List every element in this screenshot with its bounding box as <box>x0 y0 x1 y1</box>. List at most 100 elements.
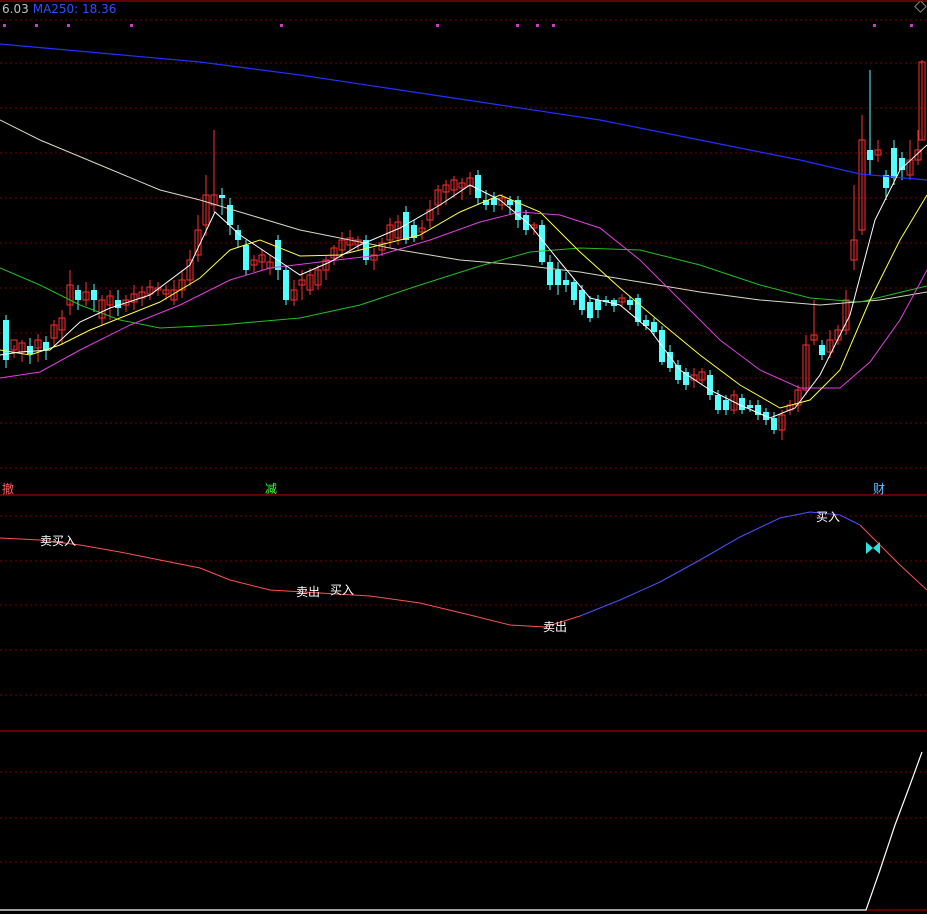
candle-body <box>587 302 593 318</box>
candle <box>739 394 745 414</box>
candle-body <box>91 290 97 300</box>
candle <box>426 200 434 228</box>
event-marker[interactable]: 减 <box>265 480 277 497</box>
moving-averages <box>0 43 927 419</box>
candle-body <box>115 300 121 308</box>
candle <box>675 360 681 384</box>
candle <box>794 385 802 412</box>
candle-body <box>539 225 545 262</box>
candle <box>858 115 866 235</box>
signal-dots <box>3 24 913 27</box>
candle <box>883 170 889 200</box>
oscillator <box>0 511 927 628</box>
candle <box>75 285 81 310</box>
candle <box>411 220 417 242</box>
candle <box>587 296 593 322</box>
event-marker[interactable]: 财 <box>873 480 885 497</box>
candle <box>466 172 474 195</box>
candle <box>115 290 121 316</box>
candle <box>275 235 281 280</box>
ma-white-line <box>0 144 927 419</box>
candle <box>138 286 146 306</box>
candle <box>611 298 617 312</box>
candle <box>826 330 834 358</box>
signal-dot <box>67 24 70 27</box>
candle-body <box>739 398 745 410</box>
candle <box>266 255 274 275</box>
candle <box>162 285 170 300</box>
candle <box>130 285 138 310</box>
candle <box>3 315 9 368</box>
signal-dot <box>516 24 519 27</box>
panel-dividers <box>0 0 927 911</box>
candle <box>210 130 218 212</box>
candle-body <box>579 290 585 310</box>
candle <box>643 315 649 330</box>
candle <box>346 230 354 252</box>
candle <box>906 140 914 180</box>
candle <box>563 272 569 292</box>
candle <box>755 400 761 420</box>
candle-body <box>747 405 753 408</box>
candle-body <box>707 375 713 395</box>
candle-body <box>475 175 481 198</box>
candle <box>186 250 194 286</box>
oscillator-line <box>859 524 927 591</box>
signal-dot <box>3 24 6 27</box>
candle-body <box>723 400 729 410</box>
candle <box>802 335 810 395</box>
candle <box>66 270 74 315</box>
candle <box>227 198 233 235</box>
candle <box>290 280 298 306</box>
candle-body <box>595 300 601 310</box>
candle <box>867 70 873 175</box>
candle-body <box>523 215 529 230</box>
signal-dot <box>536 24 539 27</box>
candle <box>579 285 585 315</box>
candle <box>918 60 926 141</box>
signal-dot <box>873 24 876 27</box>
stock-chart[interactable] <box>0 0 927 914</box>
event-marker[interactable]: 撤 <box>2 480 14 497</box>
candle-body <box>891 148 897 178</box>
candle <box>250 255 258 272</box>
oscillator-line <box>0 537 581 628</box>
candle <box>418 220 426 240</box>
candle-body <box>715 395 721 410</box>
butterfly-wing <box>873 542 880 554</box>
grid-lines <box>0 19 927 863</box>
candle <box>914 130 922 165</box>
candle <box>43 336 49 360</box>
candle <box>595 295 601 318</box>
candle-body <box>219 195 225 198</box>
candle-body <box>491 198 497 205</box>
candle <box>258 250 266 270</box>
candlesticks <box>3 60 926 440</box>
candle <box>618 294 626 306</box>
candle <box>235 225 241 248</box>
butterfly-icon <box>866 542 880 554</box>
candle-body <box>283 270 289 300</box>
signal-label: 卖出 <box>296 585 321 599</box>
lower-indicator <box>0 751 923 911</box>
signal-label: 卖买入 <box>40 534 77 548</box>
candle <box>58 310 66 345</box>
candle-body <box>555 270 561 285</box>
candle-body <box>275 240 281 270</box>
candle <box>786 400 794 415</box>
candle <box>146 280 154 300</box>
signal-dot <box>552 24 555 27</box>
candle <box>810 300 818 345</box>
ma-yellow-line <box>0 194 927 409</box>
candle <box>194 215 202 262</box>
candle <box>314 265 322 290</box>
candle <box>683 368 689 390</box>
candle-body <box>867 150 873 160</box>
candle <box>667 345 673 372</box>
ma250-line <box>0 43 927 181</box>
candle <box>874 140 882 162</box>
signal-label: 买入 <box>330 583 355 597</box>
signal-dot <box>280 24 283 27</box>
indicator-line <box>0 751 923 911</box>
butterfly-wing <box>866 542 873 554</box>
